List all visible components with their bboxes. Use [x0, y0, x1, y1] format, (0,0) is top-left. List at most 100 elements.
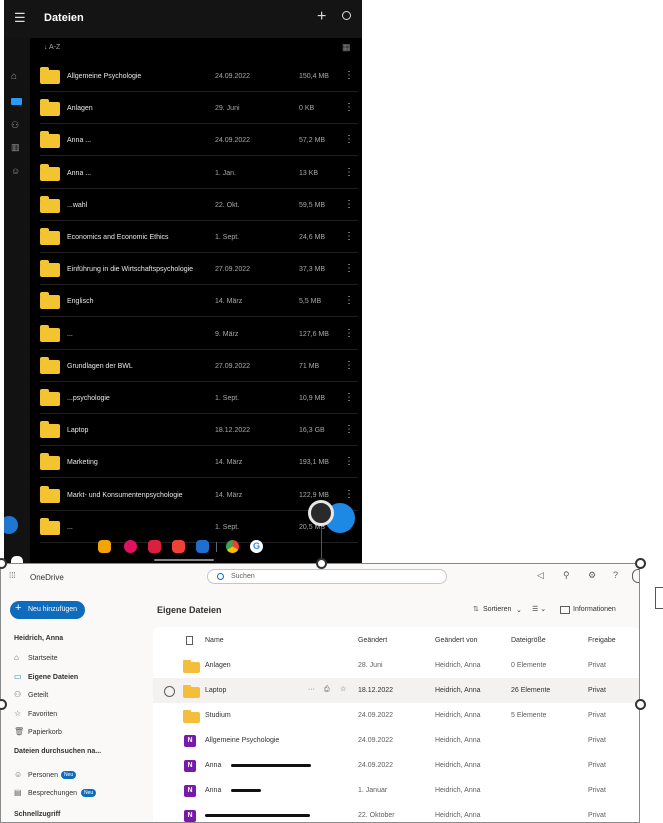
row-modified: 28. Juni: [358, 662, 383, 669]
item-name: Einführung in die Wirtschaftspsychologie: [67, 266, 194, 274]
folder-icon: [40, 131, 60, 149]
resize-handle[interactable]: [635, 699, 646, 710]
row-sharing: Privat: [588, 762, 606, 769]
sort-order-label[interactable]: ↓ A-Z: [44, 44, 60, 51]
onenote-icon: N: [184, 785, 196, 797]
row-name[interactable]: Laptop: [205, 687, 226, 694]
table-row[interactable]: N Allgemeine Psychologie 24.09.2022 Heidric…: [153, 728, 639, 753]
list-item[interactable]: Grundlagen der BWL 27.09.2022 71 MB ⋮: [4, 350, 362, 382]
item-size: 0 KB: [299, 105, 315, 113]
more-options-icon[interactable]: ⋮: [344, 424, 354, 435]
more-options-icon[interactable]: ⋮: [344, 134, 354, 145]
favorite-star-icon[interactable]: ☆: [340, 685, 346, 693]
table-row[interactable]: Laptop ··· ⎙ ☆ 18.12.2022 Heidrich, Anna 26 El…: [153, 678, 639, 703]
list-item[interactable]: Anna ... 24.09.2022 57,2 MB ⋮: [4, 124, 362, 157]
list-item[interactable]: Allgemeine Psychologie 24.09.2022 150,4 MB…: [4, 60, 362, 92]
more-options-icon[interactable]: ⋮: [344, 456, 354, 467]
item-date: 14. März: [215, 298, 243, 306]
more-options-icon[interactable]: ⋮: [344, 263, 354, 274]
item-size: 13 KB: [299, 169, 319, 177]
row-name[interactable]: Allgemeine Psychologie: [205, 737, 279, 744]
row-size: 0 Elemente: [511, 662, 547, 669]
chrome-icon[interactable]: [226, 540, 239, 553]
item-size: 57,2 MB: [299, 137, 326, 145]
resize-handle[interactable]: [635, 558, 646, 569]
app-taskbar-icon[interactable]: [11, 556, 23, 563]
home-bar: [154, 559, 214, 561]
more-options-icon[interactable]: ⋮: [344, 360, 354, 371]
item-date: 14. März: [215, 491, 243, 499]
row-select-checkbox[interactable]: [164, 686, 175, 697]
grid-view-icon[interactable]: ▦: [342, 42, 351, 53]
table-row[interactable]: N Anna 24.09.2022 Heidrich, Anna Privat: [153, 753, 639, 778]
row-modified-by: Heidrich, Anna: [435, 787, 481, 794]
list-item[interactable]: Einführung in die Wirtschaftspsychologie…: [4, 253, 362, 286]
item-size: 16,3 GB: [299, 427, 325, 435]
more-options-icon[interactable]: ⋮: [344, 102, 354, 113]
item-size: 59,5 MB: [299, 201, 326, 209]
item-date: 24.09.2022: [215, 73, 251, 80]
row-name[interactable]: Studium: [205, 712, 231, 719]
table-row[interactable]: N 22. Oktober Heidrich, Anna Privat: [153, 803, 639, 822]
dock-divider: [216, 542, 217, 552]
item-date: 1. Sept.: [215, 395, 240, 402]
dock-app-icon[interactable]: [148, 540, 161, 553]
row-modified: 18.12.2022: [358, 687, 394, 694]
table-row[interactable]: N Anna 1. Januar Heidrich, Anna Privat: [153, 778, 639, 803]
row-modified-by: Heidrich, Anna: [435, 812, 481, 819]
dock-app-icon[interactable]: [98, 540, 111, 553]
more-options-icon[interactable]: ⋮: [344, 231, 354, 242]
dock-app-icon[interactable]: [196, 540, 209, 553]
more-options-icon[interactable]: ⋮: [344, 199, 354, 210]
table-row[interactable]: Anlagen 28. Juni Heidrich, Anna 0 Elemente P…: [153, 653, 639, 678]
list-item[interactable]: ... 9. März 127,6 MB ⋮: [4, 318, 362, 350]
list-item[interactable]: ...wahl 22. Okt. 59,5 MB ⋮: [4, 189, 362, 221]
share-row-icon[interactable]: ⎙: [324, 686, 330, 694]
item-name: Grundlagen der BWL: [67, 362, 133, 370]
onedrive-web-window: ⁞⁞⁞ OneDrive Suchen ◁ ⚲ ⚙ ? + Neu hinzuf…: [0, 563, 640, 823]
item-date: 18.12.2022: [215, 427, 251, 435]
item-date: 27.09.2022: [215, 362, 251, 370]
list-item[interactable]: Anlagen 29. Juni 0 KB ⋮: [4, 92, 362, 125]
more-actions-icon[interactable]: ···: [308, 686, 315, 693]
item-date: 29. Juni: [215, 105, 240, 113]
item-size: 127,6 MB: [299, 330, 329, 338]
page-title: Dateien: [44, 12, 84, 24]
dock-app-icon[interactable]: [172, 540, 185, 553]
refresh-overlay-icon[interactable]: [308, 500, 334, 526]
google-icon[interactable]: G: [250, 540, 263, 553]
resize-handle[interactable]: [316, 558, 327, 569]
list-item[interactable]: ...psychologie 1. Sept. 10,9 MB ⋮: [4, 382, 362, 414]
search-icon[interactable]: [342, 11, 351, 20]
list-item[interactable]: Englisch 14. März 5,5 MB ⋮: [4, 285, 362, 318]
more-options-icon[interactable]: ⋮: [344, 167, 354, 178]
item-size: 10,9 MB: [299, 395, 326, 402]
row-name[interactable]: Anna: [205, 762, 221, 769]
item-name: ...: [67, 523, 73, 531]
row-modified: 24.09.2022: [358, 762, 394, 769]
list-item[interactable]: Anna ... 1. Jan. 13 KB ⋮: [4, 157, 362, 189]
folder-icon: [40, 292, 60, 310]
add-icon[interactable]: +: [317, 8, 326, 26]
folder-icon: [40, 389, 60, 406]
list-item[interactable]: Economics and Economic Ethics 1. Sept. 24,…: [4, 221, 362, 253]
item-date: 24.09.2022: [215, 137, 251, 145]
redaction-scribble: [205, 814, 310, 817]
dock-app-icon[interactable]: [124, 540, 137, 553]
folder-icon: [40, 99, 60, 117]
list-item[interactable]: Marketing 14. März 193,1 MB ⋮: [4, 446, 362, 479]
more-options-icon[interactable]: ⋮: [344, 70, 354, 81]
more-options-icon[interactable]: ⋮: [344, 328, 354, 339]
list-item[interactable]: Laptop 18.12.2022 16,3 GB ⋮: [4, 414, 362, 447]
more-options-icon[interactable]: ⋮: [344, 392, 354, 403]
row-name[interactable]: Anna: [205, 787, 221, 794]
more-options-icon[interactable]: ⋮: [344, 489, 354, 500]
row-name[interactable]: Anlagen: [205, 662, 231, 669]
more-options-icon[interactable]: ⋮: [344, 295, 354, 306]
table-row[interactable]: Studium 24.09.2022 Heidrich, Anna 5 Element…: [153, 703, 639, 728]
item-size: 24,6 MB: [299, 234, 326, 241]
list-item[interactable]: Markt- und Konsumentenpsychologie 14. Mär…: [4, 479, 362, 511]
folder-icon: [40, 195, 60, 213]
hamburger-menu-icon[interactable]: ☰: [14, 10, 26, 26]
row-modified-by: Heidrich, Anna: [435, 687, 481, 694]
